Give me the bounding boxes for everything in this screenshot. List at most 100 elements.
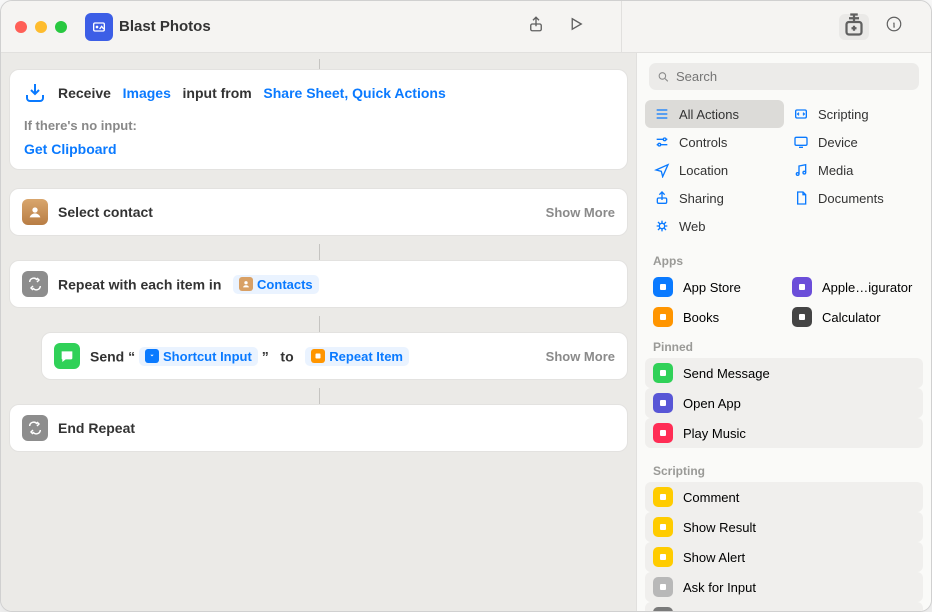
scripting-item[interactable]: Count — [645, 602, 923, 611]
receive-prefix: Receive — [58, 85, 111, 101]
category-grid: All Actions Scripting Controls Device Locati… — [637, 96, 931, 246]
shortcut-input-pill[interactable]: Shortcut Input — [139, 347, 258, 366]
app-label: Apple…igurator — [822, 280, 912, 295]
apps-item[interactable]: Apple…igurator — [784, 272, 923, 302]
search-field[interactable] — [649, 63, 919, 90]
category-icon — [653, 161, 671, 179]
receive-input-card[interactable]: Receive Images input from Share Sheet, Q… — [9, 69, 628, 170]
scripting-item[interactable]: Comment — [645, 482, 923, 512]
search-input[interactable] — [676, 69, 911, 84]
scripting-list: Comment Show Result Show Alert Ask for Inpu… — [637, 482, 931, 611]
scripting-item[interactable]: Ask for Input — [645, 572, 923, 602]
workflow-editor[interactable]: Receive Images input from Share Sheet, Q… — [1, 53, 636, 611]
info-button[interactable] — [885, 15, 903, 38]
category-label: Web — [679, 219, 706, 234]
titlebar: Blast Photos — [1, 1, 931, 53]
contact-icon — [22, 199, 48, 225]
share-button[interactable] — [527, 15, 545, 38]
app-label: Play Music — [683, 426, 746, 441]
app-icon — [653, 277, 673, 297]
category-label: Media — [818, 163, 853, 178]
send-message-card[interactable]: Send “ Shortcut Input ” to Repeat Item — [41, 332, 628, 380]
send-to: to — [280, 348, 293, 364]
category-icon — [792, 161, 810, 179]
app-label: Open App — [683, 396, 741, 411]
category-controls[interactable]: Controls — [645, 128, 784, 156]
messages-icon — [54, 343, 80, 369]
zoom-window-button[interactable] — [55, 21, 67, 33]
shortcut-input-label: Shortcut Input — [163, 349, 252, 364]
action-library-button[interactable] — [839, 14, 869, 40]
repeat-item-label: Repeat Item — [329, 349, 403, 364]
category-all-actions[interactable]: All Actions — [645, 100, 784, 128]
category-label: Scripting — [818, 107, 869, 122]
receive-input-text: Receive Images input from Share Sheet, Q… — [58, 85, 446, 101]
pinned-list: Send Message Open App Play Music — [637, 358, 931, 456]
app-label: Show Alert — [683, 550, 745, 565]
repeat-variable-pill[interactable]: Contacts — [233, 275, 319, 294]
apps-item[interactable]: App Store — [645, 272, 784, 302]
repeat-card[interactable]: Repeat with each item in Contacts — [9, 260, 628, 308]
app-icon — [653, 393, 673, 413]
repeat-text: Repeat with each item in Contacts — [58, 275, 319, 294]
workflow-title: Blast Photos — [119, 18, 211, 35]
category-location[interactable]: Location — [645, 156, 784, 184]
category-device[interactable]: Device — [784, 128, 923, 156]
category-icon — [653, 133, 671, 151]
quote-open: “ — [128, 348, 135, 364]
app-label: App Store — [683, 280, 741, 295]
close-window-button[interactable] — [15, 21, 27, 33]
category-label: All Actions — [679, 107, 739, 122]
category-label: Sharing — [679, 191, 724, 206]
receive-sources-token[interactable]: Share Sheet, Quick Actions — [263, 85, 445, 101]
quote-close: ” — [262, 348, 269, 364]
minimize-window-button[interactable] — [35, 21, 47, 33]
apps-section-label: Apps — [637, 246, 931, 272]
app-label: Comment — [683, 490, 739, 505]
receive-type-token[interactable]: Images — [123, 85, 171, 101]
app-label: Show Result — [683, 520, 756, 535]
end-repeat-card[interactable]: End Repeat — [9, 404, 628, 452]
receive-middle: input from — [183, 85, 252, 101]
app-icon — [653, 487, 673, 507]
category-sharing[interactable]: Sharing — [645, 184, 784, 212]
window-traffic-lights — [15, 21, 67, 33]
pinned-item[interactable]: Send Message — [645, 358, 923, 388]
category-media[interactable]: Media — [784, 156, 923, 184]
no-input-label: If there's no input: — [10, 116, 627, 137]
select-contact-card[interactable]: Select contact Show More — [9, 188, 628, 236]
scripting-item[interactable]: Show Alert — [645, 542, 923, 572]
apps-item[interactable]: Calculator — [784, 302, 923, 332]
repeat-item-pill[interactable]: Repeat Item — [305, 347, 409, 366]
shortcut-app-icon — [85, 13, 113, 41]
apps-item[interactable]: Books — [645, 302, 784, 332]
pinned-item[interactable]: Play Music — [645, 418, 923, 448]
send-showmore[interactable]: Show More — [546, 349, 615, 364]
category-label: Documents — [818, 191, 884, 206]
repeat-variable-label: Contacts — [257, 277, 313, 292]
app-label: Send Message — [683, 366, 770, 381]
app-label: Books — [683, 310, 719, 325]
category-icon — [792, 189, 810, 207]
app-icon — [792, 307, 812, 327]
pinned-item[interactable]: Open App — [645, 388, 923, 418]
send-text: Send “ Shortcut Input ” to Repeat Item — [90, 347, 409, 366]
run-button[interactable] — [567, 15, 585, 38]
app-label: Calculator — [822, 310, 881, 325]
scripting-item[interactable]: Show Result — [645, 512, 923, 542]
category-web[interactable]: Web — [645, 212, 784, 240]
end-repeat-label: End Repeat — [58, 420, 135, 436]
select-contact-label: Select contact — [58, 204, 153, 220]
action-library-sidebar: All Actions Scripting Controls Device Locati… — [636, 53, 931, 611]
category-scripting[interactable]: Scripting — [784, 100, 923, 128]
app-label: Count — [683, 610, 718, 612]
select-contact-showmore[interactable]: Show More — [546, 205, 615, 220]
category-documents[interactable]: Documents — [784, 184, 923, 212]
no-input-fallback-token[interactable]: Get Clipboard — [24, 141, 117, 157]
category-icon — [792, 105, 810, 123]
app-icon — [653, 307, 673, 327]
category-label: Controls — [679, 135, 727, 150]
category-icon — [653, 189, 671, 207]
category-icon — [653, 217, 671, 235]
category-label: Location — [679, 163, 728, 178]
